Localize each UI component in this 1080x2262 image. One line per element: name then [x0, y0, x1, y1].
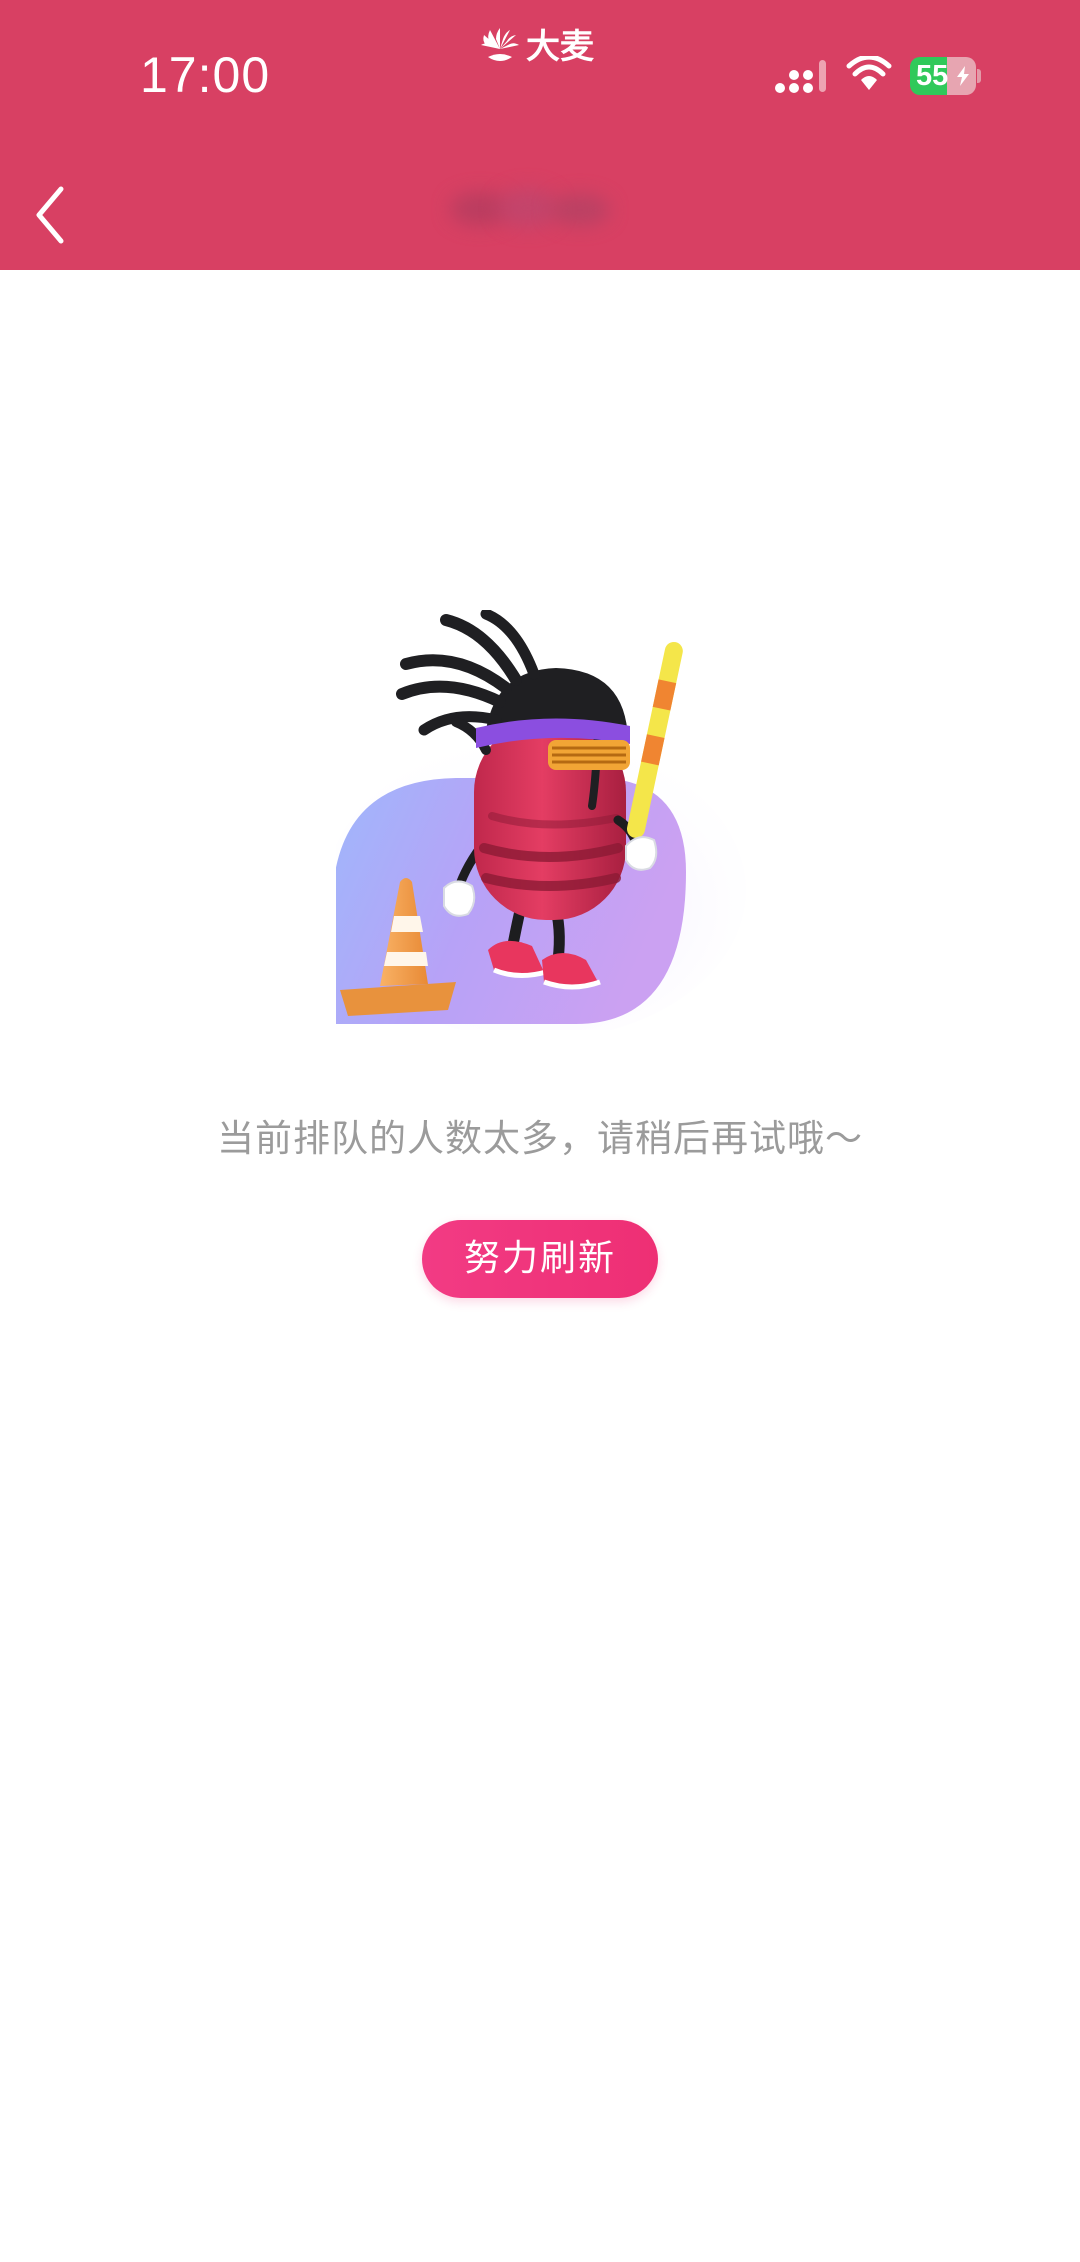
app-logo: 大麦: [478, 24, 594, 70]
queue-mascot-illustration: [336, 610, 746, 1030]
wifi-icon: [846, 56, 892, 90]
battery-indicator: 55: [910, 57, 981, 95]
title-blur-3: [550, 194, 610, 226]
header: 17:00 大麦 55: [0, 0, 1080, 270]
refresh-button[interactable]: 努力刷新: [422, 1220, 658, 1298]
charging-bolt-icon: [957, 66, 969, 86]
signal-icon: [775, 60, 826, 93]
back-button[interactable]: [20, 170, 80, 260]
status-time: 17:00: [140, 47, 271, 103]
damai-logo-icon: [481, 28, 519, 61]
chevron-left-icon: [36, 186, 64, 244]
queue-page: 17:00 大麦 55 当前排队的人数太多，请稍后再试哦～ 努力刷新: [0, 0, 1080, 2262]
battery-cap: [977, 69, 981, 83]
battery-level: 55: [916, 60, 949, 92]
title-blur-2: [498, 188, 558, 228]
queue-message: 当前排队的人数太多，请稍后再试哦～: [217, 1117, 863, 1160]
page-title: [440, 182, 640, 242]
logo-text: 大麦: [526, 27, 594, 67]
